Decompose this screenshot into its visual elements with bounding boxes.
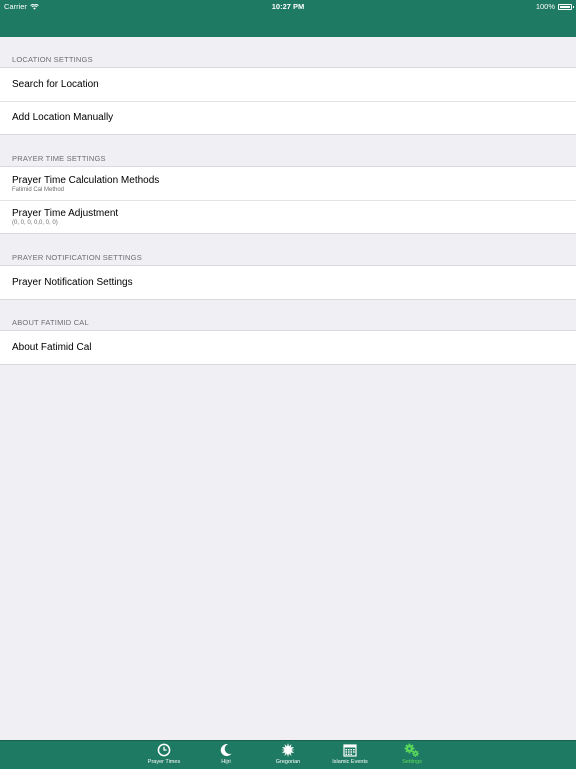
status-bar: Carrier 10:27 PM 100% xyxy=(0,0,576,12)
status-time: 10:27 PM xyxy=(271,2,305,11)
gears-icon xyxy=(404,743,419,757)
tab-prayer-times[interactable]: Prayer Times xyxy=(139,741,189,769)
tab-label: Prayer Times xyxy=(147,759,181,765)
section-header-location: LOCATION SETTINGS xyxy=(12,55,93,64)
tab-bar: Prayer Times Hijri Gregorian Islamic Eve… xyxy=(0,740,576,769)
cell-title: Prayer Notification Settings xyxy=(12,277,133,288)
tab-islamic-events[interactable]: Islamic Events xyxy=(325,741,375,769)
section-header-notification: PRAYER NOTIFICATION SETTINGS xyxy=(12,253,142,262)
tab-hijri[interactable]: Hijri xyxy=(201,741,251,769)
tab-settings[interactable]: Settings xyxy=(387,741,437,769)
tab-label: Hijri xyxy=(221,759,231,765)
cell-title: About Fatimid Cal xyxy=(12,342,92,353)
navigation-bar xyxy=(0,12,576,37)
tab-label: Settings xyxy=(402,759,422,765)
cell-subtitle: (0, 0, 0, 0,0, 0, 0) xyxy=(12,219,58,226)
tab-label: Gregorian xyxy=(275,759,301,765)
cell-subtitle: Fatimid Cal Method xyxy=(12,186,65,193)
calculation-methods-cell[interactable]: Prayer Time Calculation Methods Fatimid … xyxy=(0,167,576,200)
cell-title: Search for Location xyxy=(12,79,99,90)
add-location-cell[interactable]: Add Location Manually xyxy=(0,101,576,134)
notification-settings-cell[interactable]: Prayer Notification Settings xyxy=(0,266,576,299)
about-cell[interactable]: About Fatimid Cal xyxy=(0,331,576,364)
section-location: Search for Location Add Location Manuall… xyxy=(0,67,576,135)
battery-info: 100% xyxy=(535,2,574,11)
section-about: About Fatimid Cal xyxy=(0,330,576,365)
section-prayer-time: Prayer Time Calculation Methods Fatimid … xyxy=(0,166,576,234)
cell-title: Prayer Time Calculation Methods xyxy=(12,174,160,186)
section-notification: Prayer Notification Settings xyxy=(0,265,576,300)
settings-list: LOCATION SETTINGS Search for Location Ad… xyxy=(0,37,576,365)
tab-label: Islamic Events xyxy=(332,759,368,765)
moon-icon xyxy=(220,744,232,757)
search-location-cell[interactable]: Search for Location xyxy=(0,68,576,101)
clock-icon xyxy=(157,743,171,757)
battery-percent: 100% xyxy=(535,2,555,11)
cell-title: Add Location Manually xyxy=(12,112,114,123)
prayer-time-adjustment-cell[interactable]: Prayer Time Adjustment (0, 0, 0, 0,0, 0,… xyxy=(0,200,576,233)
calendar-icon xyxy=(343,744,357,757)
battery-icon xyxy=(558,3,574,10)
section-header-prayer-time: PRAYER TIME SETTINGS xyxy=(12,154,106,163)
tab-gregorian[interactable]: Gregorian xyxy=(263,741,313,769)
section-header-about: ABOUT FATIMID CAL xyxy=(12,318,89,327)
cell-title: Prayer Time Adjustment xyxy=(12,207,119,219)
sun-icon xyxy=(281,743,295,757)
